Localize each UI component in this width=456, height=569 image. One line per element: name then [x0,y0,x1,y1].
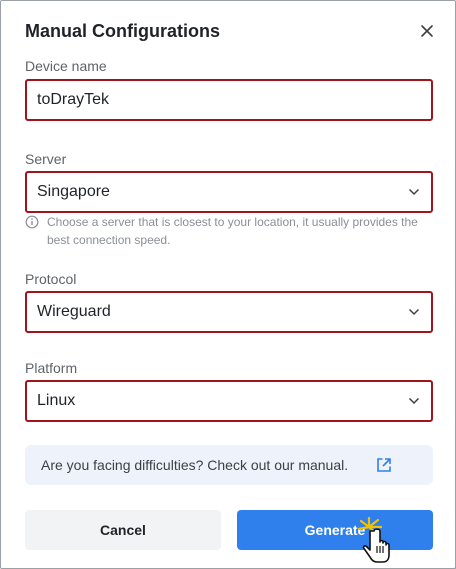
dialog-title: Manual Configurations [25,21,220,41]
device-name-value: toDrayTek [37,91,110,108]
platform-value: Linux [37,392,76,409]
manual-configurations-dialog: Manual Configurations Device name toDray… [0,0,456,569]
protocol-value: Wireguard [37,303,111,320]
chevron-down-icon [397,308,431,316]
generate-button[interactable]: Generate [237,510,433,550]
external-link-icon[interactable] [375,456,393,477]
close-button[interactable] [415,19,439,43]
chevron-down-icon [397,397,431,405]
server-hint: Choose a server that is closest to your … [25,213,433,249]
platform-select[interactable]: Linux [25,380,433,422]
platform-label: Platform [25,360,78,376]
chevron-down-icon [397,188,431,196]
protocol-label: Protocol [25,271,77,287]
server-label: Server [25,151,67,167]
manual-help-box: Are you facing difficulties? Check out o… [25,445,433,485]
device-name-input[interactable]: toDrayTek [25,79,433,121]
cancel-button[interactable]: Cancel [25,510,221,550]
device-name-label: Device name [25,58,107,74]
close-icon [421,25,433,37]
protocol-select[interactable]: Wireguard [25,291,433,333]
server-select[interactable]: Singapore [25,171,433,213]
manual-help-text: Are you facing difficulties? Check out o… [41,457,349,473]
server-hint-text: Choose a server that is closest to your … [47,215,418,247]
info-icon [25,215,39,229]
server-value: Singapore [37,183,110,200]
